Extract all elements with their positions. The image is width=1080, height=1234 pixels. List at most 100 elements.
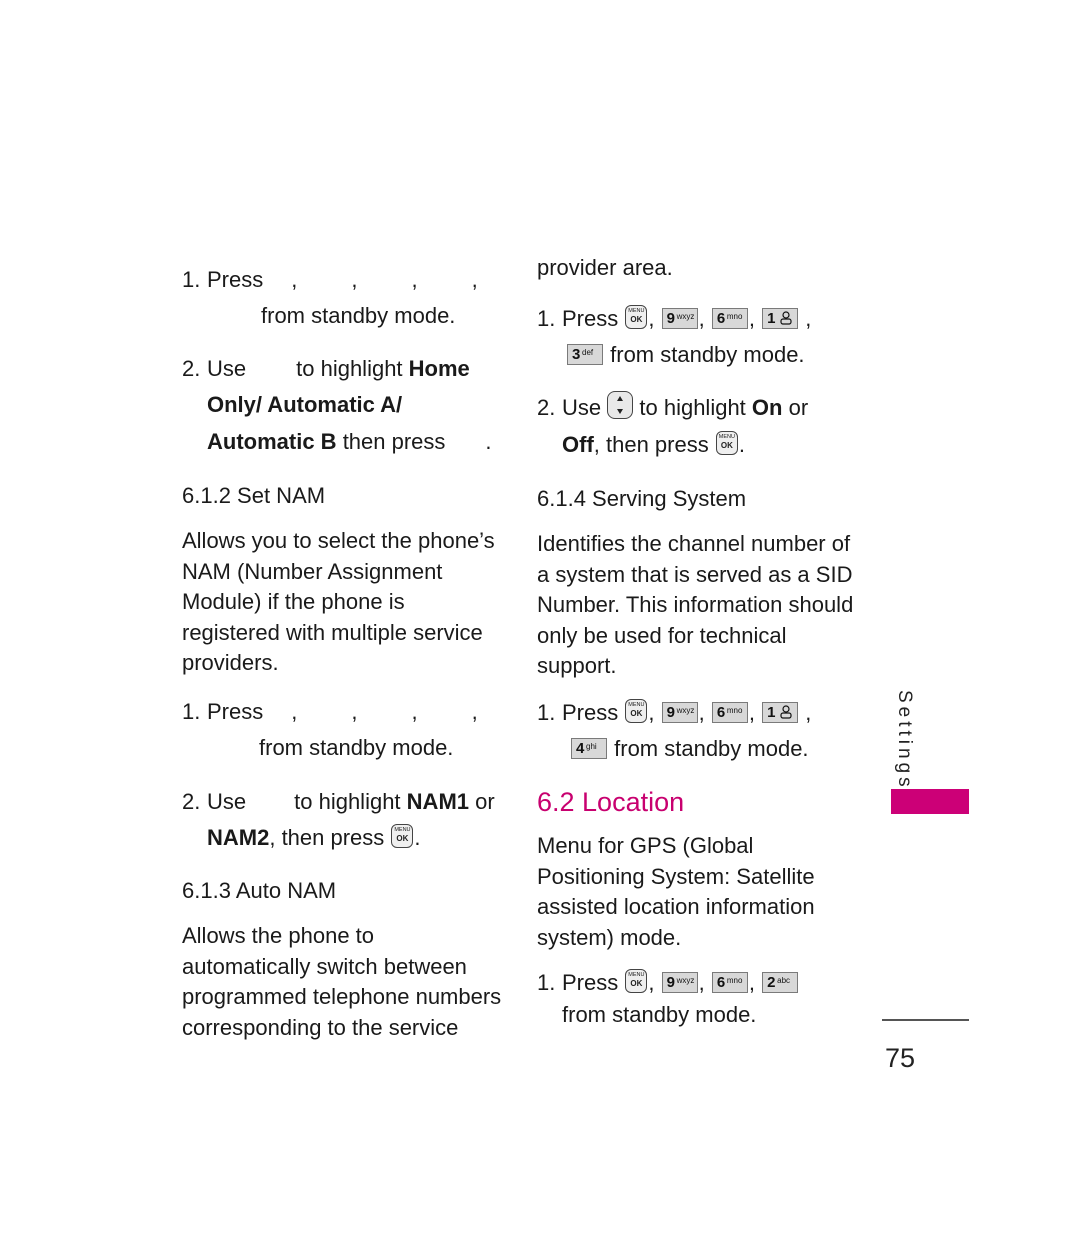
body-line: assisted location information: [537, 894, 815, 919]
step-number: 2.: [182, 356, 201, 381]
footer-rule: [882, 1019, 969, 1021]
step-number: 2.: [537, 395, 556, 420]
step-2-line3: Automatic B then press.: [207, 424, 492, 460]
body-line: Identifies the channel number of: [537, 531, 851, 556]
heading-auto-nam: 6.1.3 Auto NAM: [182, 878, 337, 903]
period: .: [485, 429, 492, 454]
body-line: Allows you to select the phone’s: [182, 528, 495, 553]
body-line: Number. This information should: [537, 592, 854, 617]
step-text: to highlight: [294, 789, 401, 814]
key-6-icon: 6 mno: [711, 701, 748, 723]
body-line: Menu for GPS (Global: [537, 833, 754, 858]
option-automatic-b: Automatic B: [207, 429, 337, 454]
section-tab-marker: [891, 789, 969, 814]
step-text: then press: [342, 429, 446, 454]
location-step-1: 1. Press MENU OK, 9 wxyz, 6 mno, 2 abc: [537, 965, 799, 1001]
body-line: registered with multiple service: [182, 619, 483, 645]
option-nam2: NAM2: [207, 825, 270, 850]
option-off: Off: [562, 432, 594, 457]
auto-nam-body: Allows the phone to automatically switch…: [182, 921, 501, 1043]
step-text: Use: [207, 789, 247, 814]
set-nam-step-2-line2: NAM2, then press MENU OK.: [207, 820, 421, 856]
step-1-press-menu: 1. Press,,,,: [182, 262, 478, 298]
auto-nam-step-2-line2: Off, then press MENU OK.: [562, 427, 745, 463]
comma: ,: [351, 699, 358, 724]
page-number: 75: [885, 1043, 916, 1073]
body-line: automatically switch between: [182, 953, 467, 979]
step-number: 1.: [537, 306, 556, 331]
comma: ,: [411, 267, 418, 292]
comma: ,: [411, 699, 418, 724]
key-9-icon: 9 wxyz: [661, 971, 698, 993]
body-line: NAM (Number Assignment: [182, 558, 443, 584]
section-tab-label: Settings: [894, 690, 915, 791]
key-2-icon: 2 abc: [762, 971, 799, 993]
key-1-voicemail-icon: 1: [762, 307, 799, 329]
period: .: [738, 432, 745, 457]
set-nam-body: Allows you to select the phone’s NAM (Nu…: [182, 526, 495, 679]
body-line: a system that is served as a SID: [537, 561, 853, 587]
menu-ok-key-icon: MENU OK: [715, 431, 738, 456]
set-nam-step-1: 1. Press,,,,: [182, 694, 478, 730]
step-text: , then press: [269, 825, 385, 850]
key-9-icon: 9 wxyz: [661, 701, 698, 723]
step-number: 2.: [182, 789, 201, 814]
body-line: Module) if the phone is: [182, 589, 405, 614]
body-line: support.: [537, 653, 617, 678]
heading-serving-system: 6.1.4 Serving System: [537, 486, 747, 511]
body-line: Positioning System: Satellite: [537, 863, 815, 889]
key-4-icon: 4 ghi: [571, 737, 607, 759]
step-text: to highlight: [296, 356, 403, 381]
comma: ,: [291, 267, 298, 292]
comma: ,: [291, 699, 298, 724]
body-line: Allows the phone to: [182, 923, 375, 948]
menu-ok-key-icon: MENU OK: [625, 699, 648, 724]
step-text: or: [475, 789, 495, 814]
step-number: 1.: [182, 699, 201, 724]
step-text: Use: [562, 395, 602, 420]
step-suffix: from standby mode.: [259, 735, 454, 760]
serving-system-step-1: 1. Press MENU OK, 9 wxyz, 6 mno, 1 ,: [537, 695, 811, 731]
menu-ok-key-icon: MENU OK: [625, 305, 648, 330]
location-body: Menu for GPS (Global Positioning System:…: [537, 831, 815, 953]
option-on: On: [751, 395, 783, 420]
body-line: corresponding to the service: [182, 1014, 459, 1040]
step-2-highlight: 2. Use to highlight Home: [182, 351, 470, 387]
comma: ,: [351, 267, 358, 292]
step-number: 1.: [537, 700, 556, 725]
step-text: Press: [207, 699, 264, 724]
option-home: Home: [408, 356, 470, 381]
set-nam-step-2: 2. Use to highlight NAM1 or: [182, 784, 495, 820]
menu-ok-key-icon: MENU OK: [391, 824, 414, 849]
comma: ,: [471, 267, 478, 292]
step-text: to highlight: [639, 395, 746, 420]
serving-system-body: Identifies the channel number of a syste…: [537, 529, 853, 682]
step-suffix: from standby mode.: [261, 303, 456, 328]
key-3-icon: 3 def: [567, 343, 603, 365]
body-line: providers.: [182, 650, 279, 675]
key-1-voicemail-icon: 1: [762, 701, 799, 723]
option-nam1: NAM1: [406, 789, 470, 814]
step-number: 1.: [182, 267, 201, 292]
auto-nam-step-2: 2. Use to highlight On or: [537, 390, 808, 426]
step-text: Press: [207, 267, 264, 292]
step-text: Use: [207, 356, 247, 381]
nav-up-down-key-icon: [607, 391, 634, 420]
step-text: Press: [562, 970, 619, 995]
step-text: or: [788, 395, 809, 420]
auto-nam-step-1-line2: 3 def from standby mode.: [566, 337, 805, 373]
step-number: 1.: [537, 970, 556, 995]
heading-location: 6.2 Location: [537, 787, 685, 817]
key-6-icon: 6 mno: [711, 971, 748, 993]
heading-set-nam: 6.1.2 Set NAM: [182, 483, 326, 508]
continued-text: provider area.: [537, 255, 673, 280]
key-6-icon: 6 mno: [711, 307, 748, 329]
step-suffix: from standby mode.: [562, 1002, 757, 1027]
comma: ,: [471, 699, 478, 724]
step-suffix: from standby mode.: [610, 342, 805, 367]
serving-system-step-1-line2: 4 ghi from standby mode.: [570, 731, 809, 767]
auto-nam-step-1: 1. Press MENU OK, 9 wxyz, 6 mno, 1 ,: [537, 301, 811, 337]
step-text: , then press: [593, 432, 709, 457]
period: .: [414, 825, 421, 850]
step-suffix: from standby mode.: [614, 736, 809, 761]
